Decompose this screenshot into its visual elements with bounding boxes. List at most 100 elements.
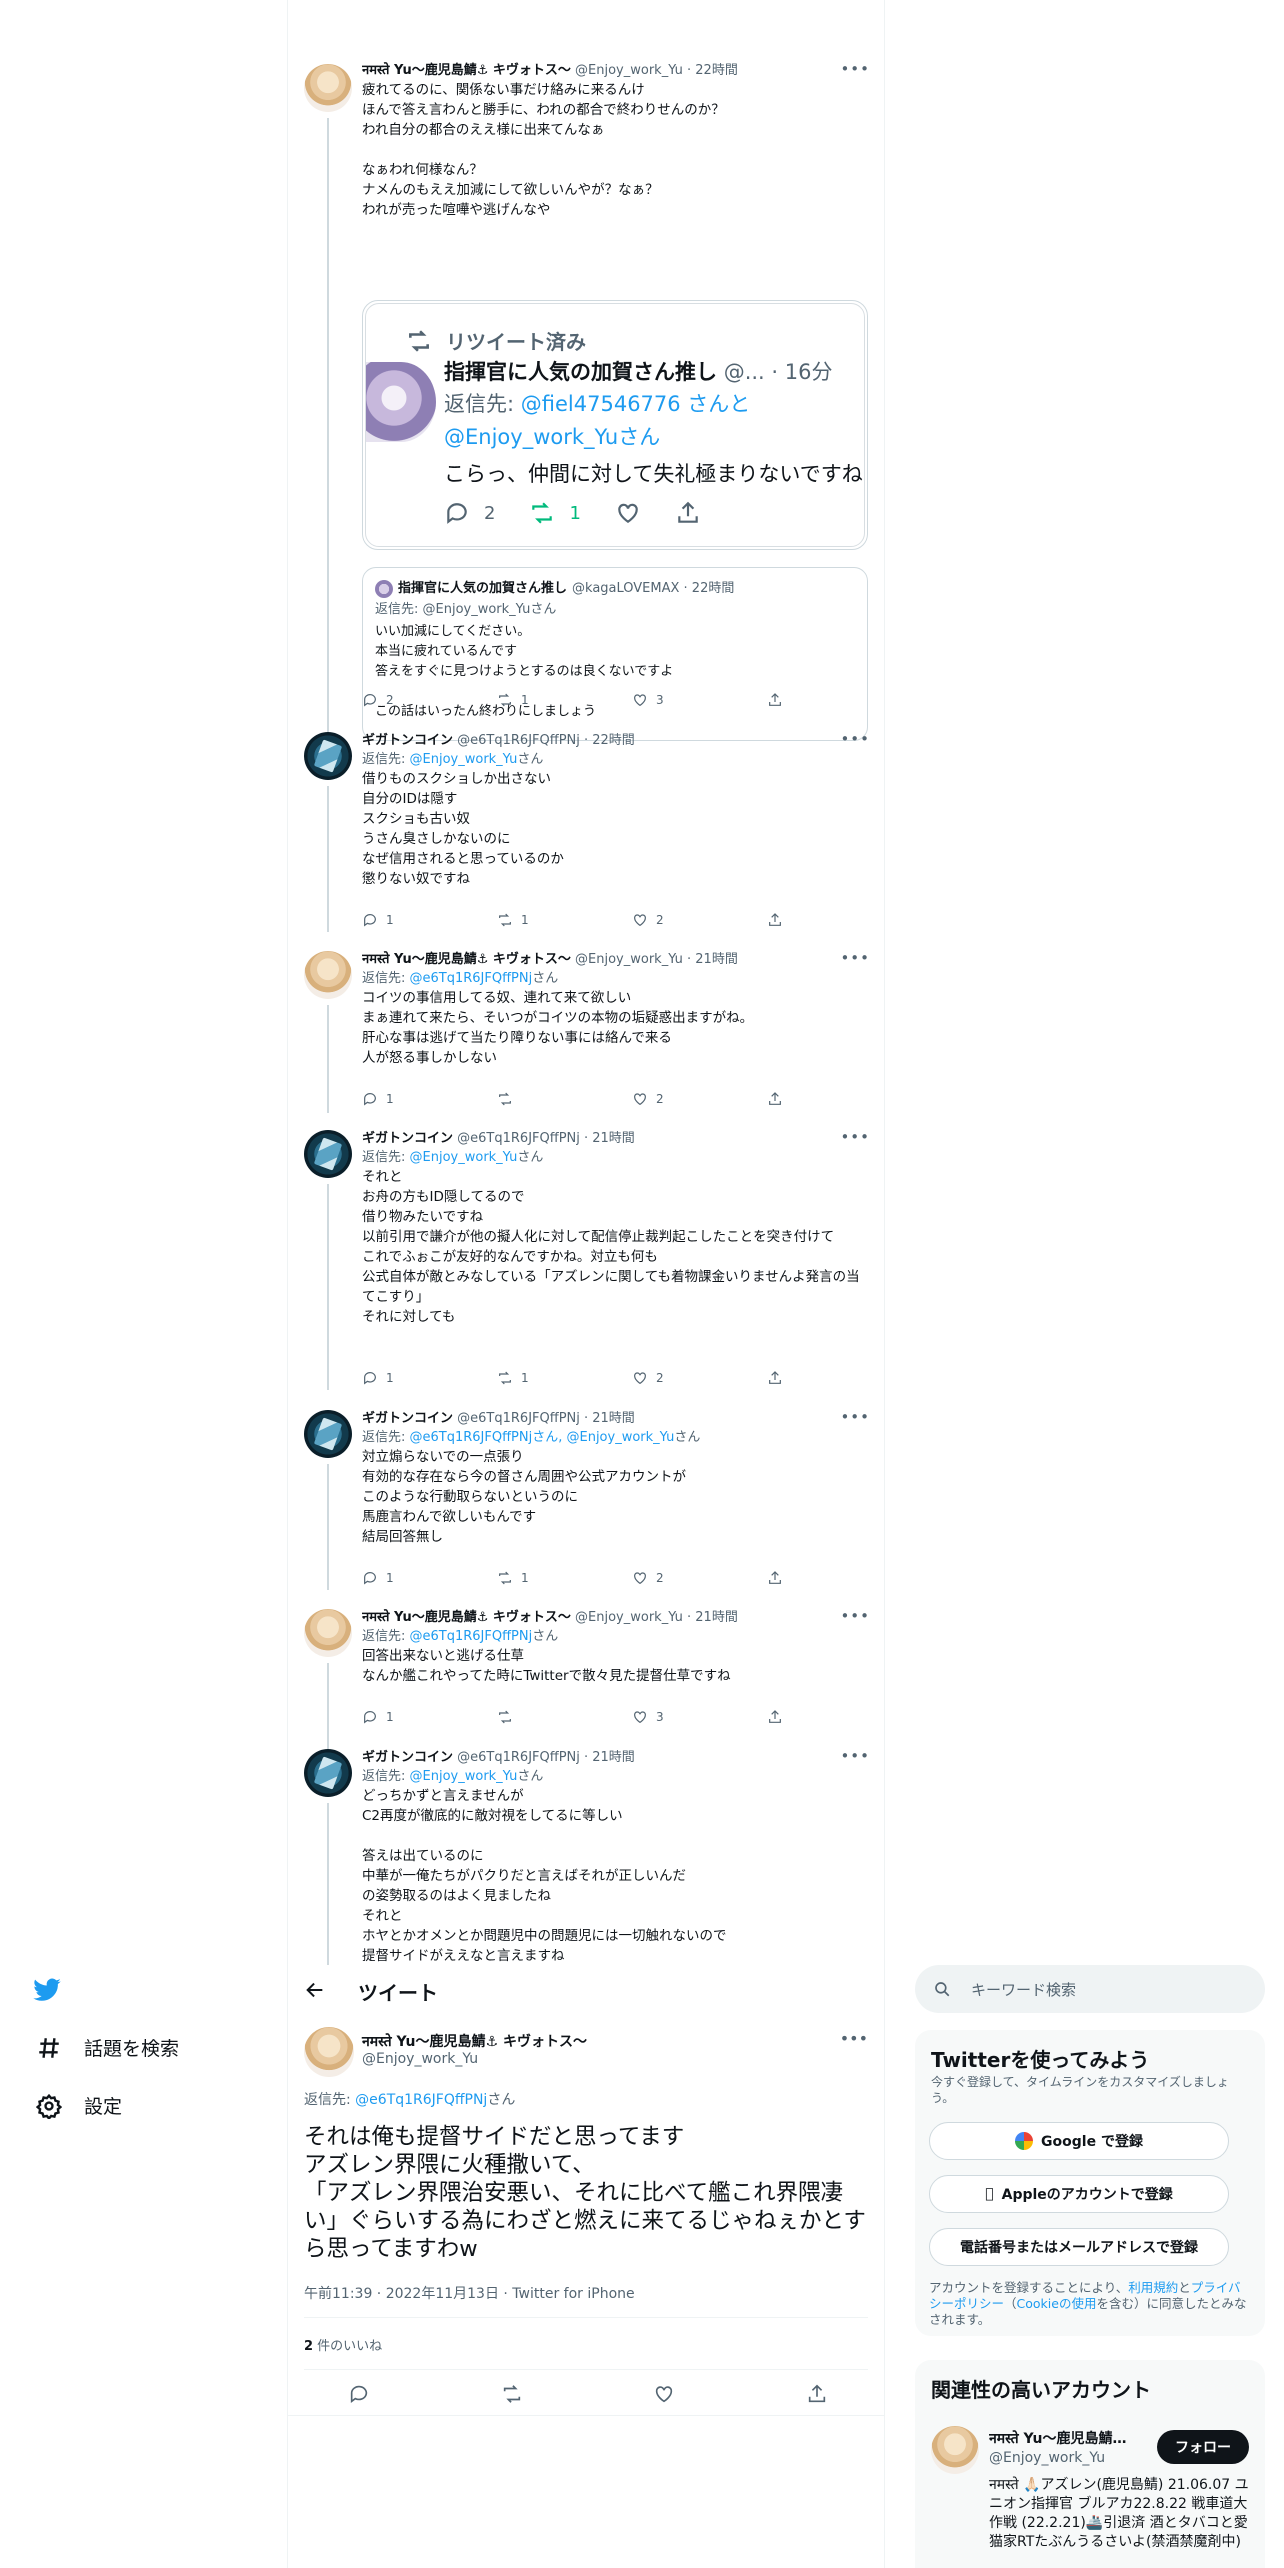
tweet-timestamp[interactable]: 午前11:39 · 2022年11月13日 · Twitter for iPho… bbox=[304, 2283, 635, 2303]
reply-button[interactable]: 1 bbox=[362, 1707, 452, 1727]
author-handle[interactable]: @Enjoy_work_Yu · 21時間 bbox=[575, 1610, 738, 1625]
search-placeholder: キーワード検索 bbox=[971, 1980, 1077, 1999]
like-button[interactable]: 2 bbox=[632, 1568, 722, 1588]
avatar[interactable] bbox=[304, 1749, 352, 1797]
share-button[interactable] bbox=[767, 910, 787, 930]
avatar[interactable] bbox=[304, 1609, 352, 1657]
more-icon[interactable]: ••• bbox=[840, 949, 870, 967]
reply-to-link[interactable]: @Enjoy_work_Yu bbox=[410, 752, 518, 767]
tweet[interactable]: नमस्ते Yu〜鹿児島鯖⚓ キヴォトス〜 @Enjoy_work_Yu · … bbox=[288, 949, 884, 1113]
reply-button[interactable]: 1 bbox=[362, 1368, 452, 1388]
heart-icon[interactable] bbox=[653, 2383, 675, 2405]
retweet-button[interactable]: 1 bbox=[497, 1568, 587, 1588]
avatar[interactable] bbox=[931, 2426, 979, 2474]
avatar[interactable] bbox=[304, 2027, 354, 2077]
nav-explore[interactable]: 話題を検索 bbox=[36, 2034, 179, 2061]
reply-to-link[interactable]: @Enjoy_work_Yu bbox=[410, 1150, 518, 1165]
author-handle[interactable]: @Enjoy_work_Yu · 22時間 bbox=[575, 63, 738, 78]
more-icon[interactable]: ••• bbox=[840, 1747, 870, 1765]
share-button[interactable] bbox=[767, 1707, 787, 1727]
reply-to-link[interactable]: @Enjoy_work_Yu bbox=[410, 1769, 518, 1784]
share-button[interactable] bbox=[767, 690, 787, 710]
author-name[interactable]: ギガトンコイン bbox=[362, 733, 453, 748]
reply-icon[interactable] bbox=[348, 2383, 370, 2405]
more-icon[interactable]: ••• bbox=[840, 60, 870, 78]
reply-to-link[interactable]: @e6Tq1R6JFQffPNj bbox=[410, 971, 533, 986]
cookie-link[interactable]: Cookieの使用 bbox=[1017, 2296, 1097, 2311]
author-name[interactable]: ギガトンコイン bbox=[362, 1750, 453, 1765]
share-button[interactable] bbox=[767, 1368, 787, 1388]
follow-button[interactable]: フォロー bbox=[1157, 2430, 1249, 2464]
tweet[interactable]: ギガトンコイン @e6Tq1R6JFQffPNj · 21時間 ••• 返信先:… bbox=[288, 1408, 884, 1590]
author-handle[interactable]: @Enjoy_work_Yu · 21時間 bbox=[575, 952, 738, 967]
author-name[interactable]: नमस्ते Yu〜鹿児島鯖⚓ キヴォトス〜 bbox=[362, 2031, 587, 2051]
author-handle[interactable]: @Enjoy_work_Yu bbox=[362, 2051, 478, 2067]
reply-button[interactable]: 1 bbox=[362, 1089, 452, 1109]
reply-icon bbox=[364, 1093, 376, 1106]
terms-link[interactable]: 利用規約 bbox=[1128, 2280, 1178, 2295]
author-name: 指揮官に人気の加賀さん推し bbox=[398, 581, 568, 596]
tweet[interactable]: ギガトンコイン @e6Tq1R6JFQffPNj · 21時間 ••• 返信先:… bbox=[288, 1128, 884, 1390]
share-button[interactable] bbox=[767, 1568, 787, 1588]
avatar[interactable] bbox=[304, 732, 352, 780]
more-icon[interactable]: ••• bbox=[840, 2029, 868, 2048]
author-name[interactable]: नमस्ते Yu〜鹿児島鯖⚓ キヴォトス〜 bbox=[362, 63, 571, 78]
share-button[interactable] bbox=[767, 1089, 787, 1109]
tweet[interactable]: ギガトンコイン @e6Tq1R6JFQffPNj · 22時間 ••• 返信先:… bbox=[288, 730, 884, 932]
reply-to-link[interactable]: @e6Tq1R6JFQffPNj bbox=[410, 1629, 533, 1644]
author-name[interactable]: ギガトンコイン bbox=[362, 1411, 453, 1426]
likes-summary[interactable]: 2 件のいいね bbox=[304, 2335, 382, 2354]
retweet-button[interactable]: 1 bbox=[497, 1368, 587, 1388]
author-handle[interactable]: @e6Tq1R6JFQffPNj · 21時間 bbox=[457, 1411, 635, 1426]
back-button[interactable] bbox=[304, 1979, 328, 2003]
more-icon[interactable]: ••• bbox=[840, 1607, 870, 1625]
reply-to-link[interactable]: @e6Tq1R6JFQffPNjさん, @Enjoy_work_Yu bbox=[410, 1430, 675, 1445]
phone-signup-button[interactable]: 電話番号またはメールアドレスで登録 bbox=[929, 2228, 1229, 2266]
reply-button[interactable]: 2 bbox=[362, 690, 452, 710]
reply-button[interactable]: 1 bbox=[362, 1568, 452, 1588]
author-handle[interactable]: @e6Tq1R6JFQffPNj · 21時間 bbox=[457, 1131, 635, 1146]
account-name[interactable]: नमस्ते Yu〜鹿児島鯖⚓ キヴォトス〜 bbox=[989, 2428, 1139, 2448]
retweet-button[interactable] bbox=[497, 1707, 587, 1727]
retweet-button[interactable]: 1 bbox=[497, 910, 587, 930]
twitter-logo-icon[interactable] bbox=[32, 1975, 64, 2007]
reply-to-link[interactable]: @e6Tq1R6JFQffPNj bbox=[355, 2092, 487, 2108]
like-button[interactable]: 2 bbox=[632, 1089, 722, 1109]
like-button[interactable]: 2 bbox=[632, 910, 722, 930]
avatar[interactable] bbox=[304, 1410, 352, 1458]
author-name[interactable]: ギガトンコイン bbox=[362, 1131, 453, 1146]
account-handle[interactable]: @Enjoy_work_Yu bbox=[989, 2450, 1105, 2466]
share-icon[interactable] bbox=[806, 2383, 828, 2405]
search-input[interactable]: キーワード検索 bbox=[915, 1965, 1265, 2013]
tweet[interactable]: नमस्ते Yu〜鹿児島鯖⚓ キヴォトス〜 @Enjoy_work_Yu · … bbox=[288, 1607, 884, 1749]
thread-line bbox=[327, 118, 329, 774]
like-button[interactable]: 3 bbox=[632, 1707, 722, 1727]
author-handle[interactable]: @e6Tq1R6JFQffPNj · 21時間 bbox=[457, 1750, 635, 1765]
apple-signup-button[interactable]: Appleのアカウントで登録 bbox=[929, 2175, 1229, 2213]
like-button[interactable]: 3 bbox=[632, 690, 722, 710]
retweet-button[interactable] bbox=[497, 1089, 587, 1109]
retweet-button[interactable]: 1 bbox=[497, 690, 587, 710]
nav-settings[interactable]: 設定 bbox=[36, 2092, 122, 2119]
more-icon[interactable]: ••• bbox=[840, 730, 870, 748]
more-icon[interactable]: ••• bbox=[840, 1408, 870, 1426]
reply-button[interactable]: 1 bbox=[362, 910, 452, 930]
retweet-icon[interactable] bbox=[501, 2383, 523, 2405]
author-handle: @kagaLOVEMAX · 22時間 bbox=[572, 581, 735, 596]
avatar[interactable] bbox=[304, 64, 352, 112]
avatar bbox=[375, 580, 393, 598]
author-name[interactable]: नमस्ते Yu〜鹿児島鯖⚓ キヴォトス〜 bbox=[362, 1610, 571, 1625]
like-button[interactable]: 2 bbox=[632, 1368, 722, 1388]
avatar[interactable] bbox=[304, 1130, 352, 1178]
retweet-screenshot[interactable]: リツイート済み 指揮官に人気の加賀さん推し @... · 16分 返信先: @f… bbox=[362, 300, 868, 550]
divider bbox=[304, 2369, 868, 2370]
google-signup-button[interactable]: Google で登録 bbox=[929, 2122, 1229, 2160]
tweet[interactable]: ギガトンコイン @e6Tq1R6JFQffPNj · 21時間 ••• 返信先:… bbox=[288, 1747, 884, 1975]
avatar[interactable] bbox=[304, 951, 352, 999]
reply-to: 返信先: @Enjoy_work_Yuさん bbox=[362, 1150, 544, 1165]
more-icon[interactable]: ••• bbox=[840, 1128, 870, 1146]
quoted-tweet[interactable]: 指揮官に人気の加賀さん推し @kagaLOVEMAX · 22時間 返信先: @E… bbox=[362, 567, 868, 741]
tweet[interactable]: नमस्ते Yu〜鹿児島鯖⚓ キヴォトス〜 @Enjoy_work_Yu · … bbox=[288, 60, 884, 774]
author-handle[interactable]: @e6Tq1R6JFQffPNj · 22時間 bbox=[457, 733, 635, 748]
author-name[interactable]: नमस्ते Yu〜鹿児島鯖⚓ キヴォトス〜 bbox=[362, 952, 571, 967]
